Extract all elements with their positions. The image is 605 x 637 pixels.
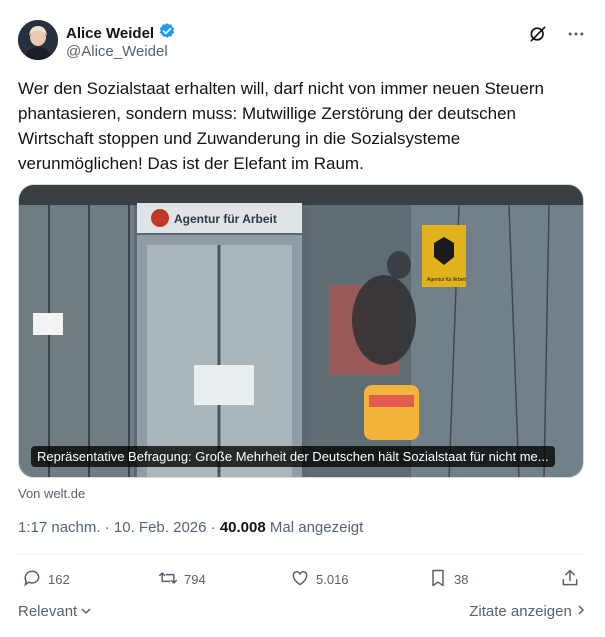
chevron-right-icon (576, 603, 586, 620)
more-options-icon[interactable] (566, 24, 586, 49)
share-icon (560, 568, 580, 591)
sort-dropdown[interactable]: Relevant (18, 603, 91, 620)
repost-icon (158, 568, 178, 591)
tweet-meta: 1:17 nachm. · 10. Feb. 2026 · 40.008 Mal… (18, 519, 363, 536)
action-bar: 162 794 5.016 38 (18, 568, 586, 592)
repost-count: 794 (184, 572, 206, 587)
reply-button[interactable]: 162 (22, 568, 70, 591)
link-card-image[interactable]: Agentur für Arbeit Agentur für Arbeit Re… (18, 184, 584, 478)
author-handle[interactable]: @Alice_Weidel (66, 43, 168, 60)
meta-separator: · (104, 519, 114, 536)
bookmark-count: 38 (454, 572, 469, 587)
avatar[interactable] (18, 20, 58, 60)
tweet-time[interactable]: 1:17 nachm. (18, 519, 101, 536)
heart-icon (290, 568, 310, 591)
reply-controls: Relevant Zitate anzeigen (18, 603, 586, 620)
grok-icon[interactable] (528, 24, 548, 49)
tweet-text: Wer den Sozialstaat erhalten will, darf … (18, 79, 545, 173)
like-button[interactable]: 5.016 (290, 568, 349, 591)
chevron-down-icon (81, 603, 91, 620)
agency-sign-text: Agentur für Arbeit (174, 212, 277, 226)
tweet-header: Alice Weidel @Alice_Weidel (18, 18, 586, 64)
quotes-label: Zitate anzeigen (469, 603, 572, 620)
article-photo: Agentur für Arbeit Agentur für Arbeit (19, 185, 583, 477)
reply-count: 162 (48, 572, 70, 587)
reply-icon (22, 568, 42, 591)
divider (18, 554, 586, 555)
views-count: 40.008 (219, 519, 266, 536)
views-label: Mal angezeigt (269, 519, 364, 536)
link-source[interactable]: Von welt.de (18, 486, 85, 501)
bookmark-icon (428, 568, 448, 591)
sort-label: Relevant (18, 603, 78, 620)
meta-separator: · (210, 519, 220, 536)
tweet-date[interactable]: 10. Feb. 2026 (114, 519, 207, 536)
emblem-text: Agentur für Arbeit (427, 277, 467, 283)
like-count: 5.016 (316, 572, 349, 587)
bookmark-button[interactable]: 38 (428, 568, 468, 591)
share-button[interactable] (560, 568, 580, 591)
verified-badge-icon (158, 22, 176, 45)
view-quotes-link[interactable]: Zitate anzeigen (469, 603, 586, 620)
link-card-caption[interactable]: Repräsentative Befragung: Große Mehrheit… (31, 446, 555, 467)
repost-button[interactable]: 794 (158, 568, 206, 591)
author-name[interactable]: Alice Weidel (66, 25, 154, 42)
